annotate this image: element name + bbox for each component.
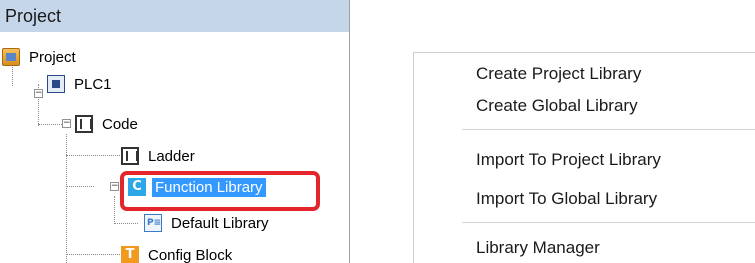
library-icon: P≡	[144, 214, 162, 232]
menu-item-create-global-library[interactable]: Create Global Library	[476, 91, 638, 121]
tree-connector	[66, 254, 120, 255]
tree-item-default-library[interactable]: P≡ Default Library	[144, 210, 272, 236]
menu-item-import-to-global-library[interactable]: Import To Global Library	[476, 184, 657, 214]
tree-connector	[66, 134, 67, 263]
project-panel: Project − − − Project PLC1 Code Ladder C…	[0, 0, 350, 263]
tree-item-label: Code	[102, 115, 138, 133]
menu-item-import-to-project-library[interactable]: Import To Project Library	[476, 145, 661, 175]
menu-separator	[462, 129, 755, 130]
tree-item-project[interactable]: Project	[2, 44, 79, 70]
tree-connector	[114, 223, 138, 224]
expander-function-library[interactable]: −	[110, 182, 119, 191]
code-icon	[75, 115, 93, 133]
tree-connector	[66, 155, 120, 156]
config-block-icon: T	[121, 246, 139, 263]
project-folder-icon	[2, 48, 20, 66]
tree-connector	[38, 124, 62, 125]
ladder-icon	[121, 147, 139, 165]
tree-item-label: Default Library	[171, 214, 269, 232]
tree-item-code[interactable]: Code	[75, 111, 141, 137]
menu-separator	[462, 222, 755, 223]
panel-title: Project	[0, 0, 349, 32]
highlight-box	[120, 171, 320, 211]
plc-icon	[47, 75, 65, 93]
tree-item-label: Ladder	[148, 147, 195, 165]
tree-item-label: PLC1	[74, 75, 112, 93]
tree-connector	[66, 186, 94, 187]
project-tree: − − − Project PLC1 Code Ladder C Functio…	[0, 32, 349, 263]
menu-item-library-manager[interactable]: Library Manager	[476, 233, 600, 263]
tree-item-config-block[interactable]: T Config Block	[121, 242, 235, 263]
tree-item-plc1[interactable]: PLC1	[47, 71, 115, 97]
menu-gutter	[414, 53, 464, 263]
tree-connector	[114, 196, 115, 224]
tree-item-label: Config Block	[148, 246, 233, 263]
context-menu: Create Project Library Create Global Lib…	[413, 52, 755, 263]
tree-item-ladder[interactable]: Ladder	[121, 143, 198, 169]
tree-item-label: Project	[29, 48, 76, 66]
menu-item-create-project-library[interactable]: Create Project Library	[476, 59, 641, 89]
expander-code[interactable]: −	[62, 119, 71, 128]
expander-plc1[interactable]: −	[34, 89, 43, 98]
